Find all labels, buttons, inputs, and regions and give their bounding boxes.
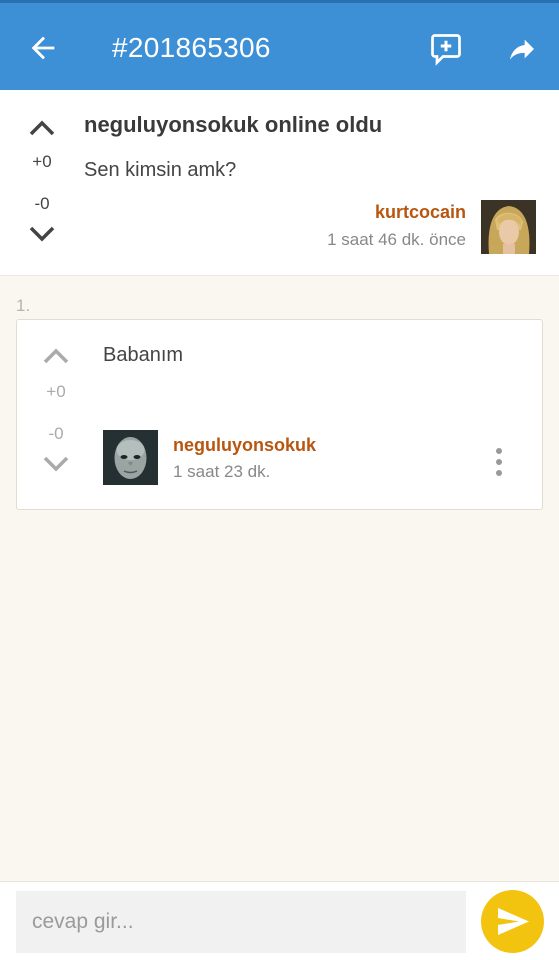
comment-author-avatar[interactable]	[103, 430, 158, 485]
downvote-count: -0	[34, 194, 50, 213]
downvote-button[interactable]	[17, 224, 67, 244]
comment-author[interactable]: neguluyonsokuk	[173, 435, 316, 456]
comment-text: Babanım	[103, 344, 184, 366]
share-icon[interactable]	[504, 33, 540, 65]
comment-upvote-button[interactable]	[31, 346, 81, 366]
post-author[interactable]: kurtcocain	[375, 202, 466, 223]
arrow-back-icon[interactable]	[26, 31, 60, 65]
upvote-count: +0	[32, 152, 52, 171]
add-comment-icon[interactable]	[428, 31, 464, 67]
topic-title: #201865306	[112, 32, 271, 63]
topic-post: +0 -0 neguluyonsokuk online oldu Sen kim…	[0, 90, 559, 276]
post-headline: neguluyonsokuk online oldu	[84, 112, 383, 137]
post-body: Sen kimsin amk?	[84, 159, 237, 181]
chevron-up-icon	[29, 120, 55, 136]
post-timestamp: 1 saat 46 dk. önce	[327, 230, 466, 249]
comment-downvote-button[interactable]	[31, 454, 81, 474]
post-author-avatar[interactable]	[481, 200, 536, 254]
chevron-down-icon	[43, 456, 69, 472]
comment-timestamp: 1 saat 23 dk.	[173, 462, 271, 481]
send-icon	[498, 908, 529, 935]
more-vert-icon[interactable]	[489, 446, 509, 480]
chevron-up-icon	[43, 348, 69, 364]
chevron-down-icon	[29, 226, 55, 242]
reply-input[interactable]	[16, 891, 466, 953]
comment-upvote-count: +0	[46, 382, 66, 401]
upvote-button[interactable]	[17, 118, 67, 138]
app-bar: #201865306	[0, 0, 559, 90]
comment-index: 1.	[16, 296, 31, 315]
comment-card: +0 -0 Babanım neguluyonsokuk 1 saat 23 d…	[16, 319, 543, 510]
reply-composer	[0, 881, 559, 960]
send-button[interactable]	[481, 890, 544, 953]
comment-downvote-count: -0	[48, 424, 64, 443]
